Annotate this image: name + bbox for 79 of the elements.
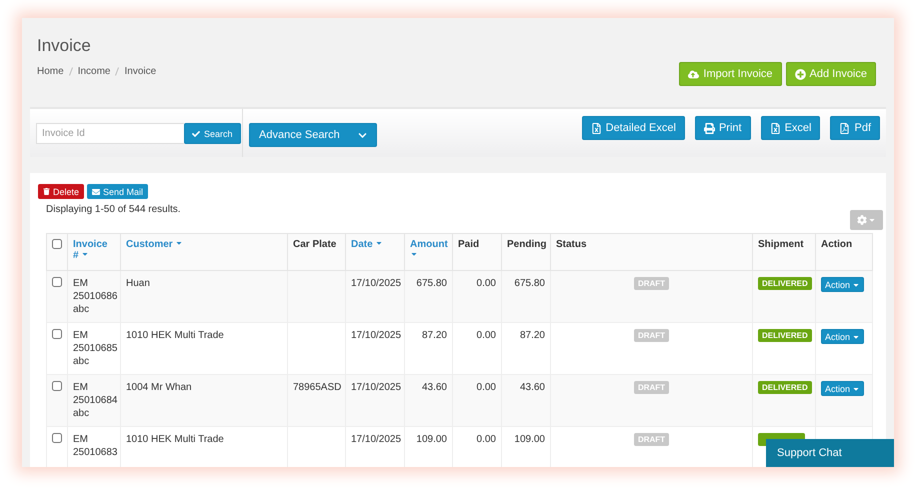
select-all-checkbox[interactable] (52, 239, 62, 249)
action-button[interactable]: Action (821, 329, 864, 344)
sort-caret-icon (375, 239, 384, 247)
export-button[interactable]: Excel (760, 116, 820, 140)
send-mail-button[interactable]: Send Mail (87, 184, 148, 199)
table-cell: 43.60 (520, 382, 545, 393)
column-header[interactable]: Invoice # (68, 234, 120, 270)
column-header[interactable]: Date (346, 234, 404, 270)
table-cell: 1004 Mr Whan (126, 382, 192, 393)
column-header[interactable]: Customer (120, 234, 288, 270)
table-cell: EM 25010683 (73, 434, 118, 458)
envelope-icon (92, 188, 100, 196)
table-cell: 17/10/2025 (351, 278, 402, 289)
chevron-down-icon (358, 130, 367, 140)
action-button[interactable]: Action (821, 277, 864, 292)
page-title: Invoice (37, 36, 92, 56)
table-cell: 17/10/2025 (351, 434, 402, 445)
action-button[interactable]: Action (821, 381, 864, 396)
import-button[interactable]: Import Invoice (679, 62, 782, 86)
table-cell: 0.00 (476, 434, 496, 445)
sort-caret-icon (410, 250, 418, 258)
table-cell: 0.00 (476, 330, 496, 341)
table-cell: 675.80 (416, 278, 447, 289)
column-header: Status (550, 234, 752, 270)
support-chat-button[interactable]: Support Chat (766, 439, 894, 467)
table-cell: 1010 HEK Multi Trade (126, 330, 224, 341)
table-cell: 17/10/2025 (351, 330, 402, 341)
shipment-badge: DELIVERED (758, 381, 812, 394)
column-header: Action (816, 234, 872, 270)
table-cell: 78965ASD (293, 382, 342, 393)
gear-icon (857, 215, 867, 225)
delete-button[interactable]: Delete (38, 184, 84, 199)
column-header: Pending (502, 234, 550, 270)
table-cell: 109.00 (514, 434, 545, 445)
table-cell: 17/10/2025 (351, 382, 402, 393)
advance-search-button[interactable]: Advance Search (249, 123, 377, 147)
export-button[interactable]: Print (694, 116, 751, 140)
table-cell: EM 25010685 abc (73, 330, 118, 367)
table-cell: EM 25010684 abc (73, 382, 118, 419)
column-header: Paid (452, 234, 502, 270)
excel-file-icon (770, 122, 781, 134)
breadcrumb-link[interactable]: Home (37, 66, 64, 77)
table-cell: 109.00 (416, 434, 447, 445)
shipment-badge: DELIVERED (758, 329, 812, 342)
caret-icon (868, 216, 876, 224)
column-header: Car Plate (288, 234, 346, 270)
pdf-file-icon (839, 122, 850, 134)
table-cell: EM 25010686 abc (73, 278, 118, 315)
sort-caret-icon (81, 250, 90, 258)
trash-icon (43, 188, 50, 195)
separator-icon (68, 67, 73, 76)
sort-caret-icon (175, 239, 184, 247)
row-checkbox[interactable] (52, 433, 62, 443)
excel-file-icon (590, 122, 602, 134)
row-checkbox[interactable] (52, 381, 62, 391)
add-button[interactable]: Add Invoice (786, 62, 876, 86)
export-button[interactable]: Detailed Excel (582, 116, 685, 140)
table-cell: 675.80 (514, 278, 545, 289)
shipment-badge: DELIVERED (758, 277, 812, 290)
results-summary: Displaying 1-50 of 544 results. (46, 204, 181, 215)
check-icon (192, 130, 200, 138)
table-cell: 1010 HEK Multi Trade (126, 434, 224, 445)
column-header: Shipment (752, 234, 816, 270)
table-cell: 0.00 (476, 382, 496, 393)
row-checkbox[interactable] (52, 329, 62, 339)
table-cell: 0.00 (476, 278, 496, 289)
separator-icon (115, 67, 120, 76)
print-icon (704, 122, 715, 134)
table-cell: 87.20 (422, 330, 447, 341)
column-header[interactable]: Amount (404, 234, 452, 270)
cloud-upload-icon (688, 68, 700, 80)
table-cell: 87.20 (520, 330, 545, 341)
export-button[interactable]: Pdf (830, 116, 880, 140)
table-cell: 43.60 (422, 382, 447, 393)
row-checkbox[interactable] (52, 277, 62, 287)
breadcrumb-link[interactable]: Income (78, 66, 110, 77)
table-cell: Huan (126, 278, 150, 289)
search-button[interactable]: Search (184, 123, 241, 144)
invoice-id-field[interactable]: Invoice Id (36, 123, 184, 144)
